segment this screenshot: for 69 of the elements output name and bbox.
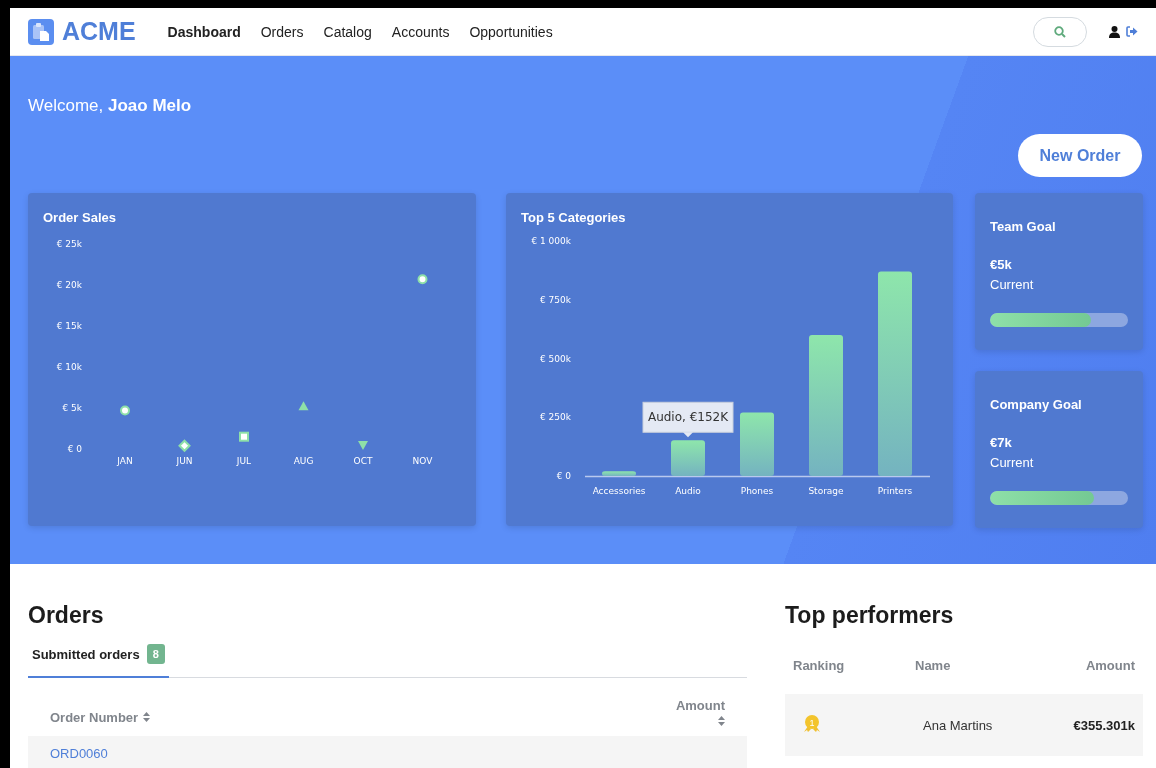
sort-icon[interactable]: [718, 716, 725, 726]
performer-amount: €355.301k: [1072, 717, 1135, 733]
goal-caption: Current: [990, 455, 1035, 470]
axis-tick-label: € 25k: [56, 239, 82, 249]
data-point-marker: [120, 405, 130, 416]
goal-title: Team Goal: [990, 219, 1057, 234]
axis-category-label: JUL: [236, 456, 252, 466]
column-header: Name: [915, 658, 952, 675]
chart-tooltip: Audio, €152K: [642, 401, 734, 438]
order-number-link[interactable]: ORD0060: [50, 746, 108, 761]
card-title: Order Sales: [42, 210, 117, 227]
nav-link[interactable]: Opportunities: [469, 23, 553, 40]
axis-category-label: JAN: [117, 456, 133, 466]
axis-category-label: NOV: [412, 456, 433, 466]
search-button[interactable]: [1033, 16, 1087, 47]
axis-tick-label: € 750k: [540, 294, 571, 305]
count-badge: 8: [146, 644, 165, 664]
performer-name: Ana Martins: [923, 717, 994, 733]
data-point-marker: [417, 274, 428, 285]
section-heading: Orders: [28, 602, 105, 630]
axis-category-label: Phones: [740, 486, 774, 496]
chart-bar: [740, 412, 774, 476]
nav-link[interactable]: Orders: [260, 23, 304, 40]
clipboard-logo-icon: [28, 18, 54, 45]
data-point-marker: [239, 431, 249, 442]
section-heading: Top performers: [785, 602, 955, 630]
new-order-button[interactable]: New Order: [1018, 134, 1142, 177]
goal-value: €7k: [990, 435, 1013, 450]
axis-tick-label: € 10k: [56, 362, 82, 372]
axis-tick-label: € 20k: [56, 280, 82, 290]
annotation: Audio, €152K: [647, 410, 730, 425]
axis-category-label: Storage: [808, 486, 844, 496]
axis-tick-label: € 1 000k: [531, 236, 571, 246]
chart-bar: [671, 440, 705, 476]
data-point-marker: [178, 439, 191, 453]
data-point-marker: [298, 401, 309, 411]
axis-tick-label: € 15k: [56, 321, 82, 331]
axis-category-label: AUG: [293, 456, 314, 466]
axis-category-label: Accessories: [592, 486, 646, 496]
sort-icon[interactable]: [143, 712, 151, 722]
column-header: Ranking: [793, 658, 846, 675]
goal-title: Company Goal: [990, 397, 1083, 412]
sign-out-icon[interactable]: [1126, 26, 1138, 37]
axis-category-label: Audio: [675, 486, 701, 496]
welcome-message: Welcome, Joao Melo: [28, 96, 193, 116]
data-point-marker: [358, 440, 368, 450]
axis-tick-label: € 250k: [540, 412, 571, 423]
nav-link[interactable]: Accounts: [391, 23, 450, 40]
chart-bar: [602, 471, 636, 476]
nav-link[interactable]: Dashboard: [167, 23, 241, 40]
axis-category-label: JUN: [176, 456, 193, 466]
goal-value: €5k: [990, 257, 1013, 272]
tab-label: Submitted orders: [32, 646, 140, 662]
axis-category-label: OCT: [353, 456, 373, 466]
nav-link[interactable]: Catalog: [323, 23, 372, 40]
axis-tick-label: € 0: [556, 471, 571, 481]
column-header: Order Number: [50, 709, 139, 725]
axis-tick-label: € 0: [67, 444, 82, 454]
orders-tab[interactable]: Submitted orders 8: [28, 640, 169, 678]
user-icon[interactable]: [1109, 25, 1120, 38]
card-title: Top 5 Categories: [520, 210, 627, 227]
column-header: Amount: [1084, 658, 1135, 675]
search-icon: [1054, 25, 1066, 38]
logo-text: ACME: [62, 17, 136, 46]
axis-tick-label: € 5k: [62, 403, 82, 413]
axis-category-label: Printers: [877, 486, 913, 496]
column-header: Amount: [675, 698, 725, 713]
axis-tick-label: € 500k: [540, 353, 571, 364]
goal-caption: Current: [990, 277, 1035, 292]
